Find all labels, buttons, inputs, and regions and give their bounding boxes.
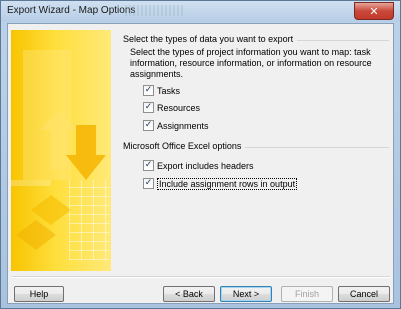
spreadsheet-grid-graphic xyxy=(69,180,109,260)
data-types-group-header: Select the types of data you want to exp… xyxy=(123,34,389,46)
checkmark-icon: ✓ xyxy=(144,178,153,188)
checkmark-icon: ✓ xyxy=(144,102,153,112)
excel-options-group-header: Microsoft Office Excel options xyxy=(123,141,389,153)
data-types-description: Select the types of project information … xyxy=(130,47,372,79)
background-window-title-ghost xyxy=(125,5,185,16)
checkmark-icon: ✓ xyxy=(144,120,153,130)
tasks-checkbox[interactable]: ✓ Tasks xyxy=(143,84,180,97)
title-bar[interactable]: Export Wizard - Map Options ✕ xyxy=(1,1,400,22)
wizard-body: Select the types of data you want to exp… xyxy=(7,23,394,304)
export-headers-checkbox[interactable]: ✓ Export includes headers xyxy=(143,159,254,172)
assignments-label: Assignments xyxy=(157,120,209,131)
tasks-label: Tasks xyxy=(157,85,181,96)
include-assignment-rows-checkbox-box[interactable]: ✓ xyxy=(143,178,154,189)
cancel-button[interactable]: Cancel xyxy=(338,286,390,302)
data-types-header-label: Select the types of data you want to exp… xyxy=(123,34,298,44)
back-button[interactable]: < Back xyxy=(163,286,215,302)
resources-checkbox-box[interactable]: ✓ xyxy=(143,102,154,113)
checkmark-icon: ✓ xyxy=(144,160,153,170)
help-button[interactable]: Help xyxy=(14,286,64,302)
wizard-side-banner xyxy=(11,30,111,271)
finish-button[interactable]: Finish xyxy=(281,286,333,302)
export-headers-label: Export includes headers xyxy=(157,160,254,171)
checkmark-icon: ✓ xyxy=(144,85,153,95)
excel-options-header-label: Microsoft Office Excel options xyxy=(123,141,246,151)
footer-separator xyxy=(12,276,390,278)
tasks-checkbox-box[interactable]: ✓ xyxy=(143,85,154,96)
export-headers-checkbox-box[interactable]: ✓ xyxy=(143,160,154,171)
include-assignment-rows-checkbox[interactable]: ✓ Include assignment rows in output xyxy=(143,177,298,190)
resources-checkbox[interactable]: ✓ Resources xyxy=(143,101,200,114)
resources-label: Resources xyxy=(157,102,201,113)
assignments-checkbox-box[interactable]: ✓ xyxy=(143,120,154,131)
include-assignment-rows-label: Include assignment rows in output xyxy=(157,177,298,190)
assignments-checkbox[interactable]: ✓ Assignments xyxy=(143,119,209,132)
export-wizard-window: Export Wizard - Map Options ✕ Select the… xyxy=(0,0,401,309)
close-button[interactable]: ✕ xyxy=(354,2,394,20)
close-icon: ✕ xyxy=(369,4,379,18)
window-title: Export Wizard - Map Options xyxy=(7,5,136,16)
next-button[interactable]: Next > xyxy=(220,286,272,302)
